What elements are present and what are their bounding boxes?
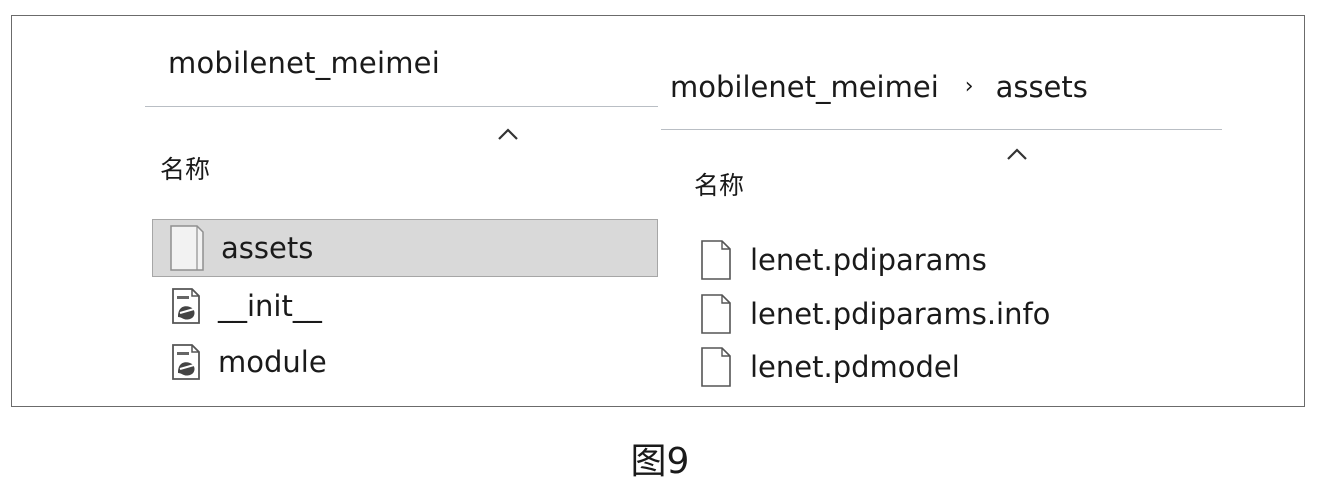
- list-item-lenet-pdiparams[interactable]: lenet.pdiparams: [690, 233, 1210, 287]
- python-file-icon: [172, 288, 200, 324]
- list-item-lenet-pdmodel[interactable]: lenet.pdmodel: [690, 340, 1210, 394]
- list-item-label: __init__: [218, 289, 322, 323]
- list-item-label: lenet.pdmodel: [750, 350, 960, 384]
- sort-ascending-icon[interactable]: [497, 127, 519, 141]
- list-item-init[interactable]: __init__: [152, 278, 658, 334]
- figure-caption: 图9: [630, 441, 690, 482]
- list-item-module[interactable]: module: [152, 334, 658, 390]
- file-icon: [701, 347, 731, 387]
- list-item-lenet-pdiparams-info[interactable]: lenet.pdiparams.info: [690, 287, 1210, 341]
- chevron-right-icon: ›: [964, 73, 974, 99]
- breadcrumb-item-root[interactable]: mobilenet_meimei: [670, 70, 939, 104]
- right-column-header-name[interactable]: 名称: [694, 166, 744, 202]
- folder-icon: [170, 225, 204, 271]
- file-icon: [701, 294, 731, 334]
- breadcrumb-item-current[interactable]: assets: [996, 70, 1088, 104]
- right-pane-divider: [661, 129, 1222, 130]
- list-item-label: lenet.pdiparams: [750, 243, 987, 277]
- list-item-assets[interactable]: assets: [152, 219, 658, 277]
- left-pane-title: mobilenet_meimei: [168, 46, 440, 80]
- breadcrumb: mobilenet_meimei › assets: [670, 70, 1088, 104]
- list-item-label: lenet.pdiparams.info: [750, 297, 1051, 331]
- left-column-header-name[interactable]: 名称: [160, 150, 210, 186]
- list-item-label: module: [218, 345, 327, 379]
- python-file-icon: [172, 344, 200, 380]
- file-icon: [701, 240, 731, 280]
- left-pane-divider: [145, 106, 658, 107]
- sort-ascending-icon[interactable]: [1006, 147, 1028, 161]
- list-item-label: assets: [221, 231, 314, 265]
